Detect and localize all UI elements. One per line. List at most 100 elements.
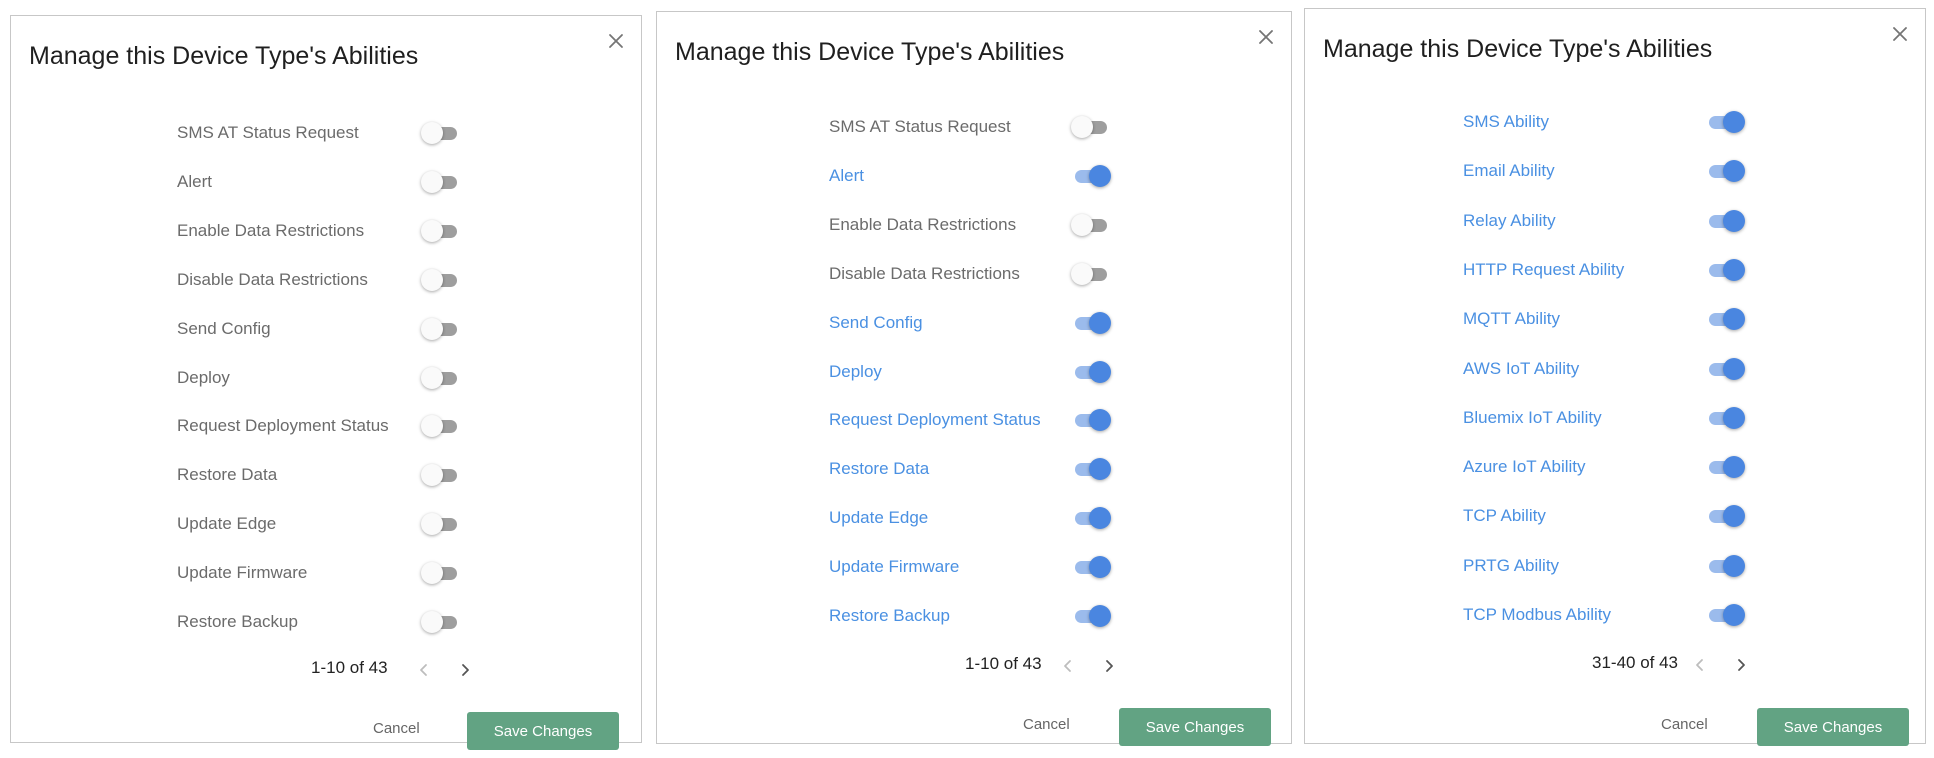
ability-label: Restore Backup [177, 612, 298, 631]
ability-row: Update Edge [829, 503, 1115, 533]
ability-row: Send Config [829, 308, 1115, 338]
chevron-right-icon[interactable] [1730, 654, 1752, 676]
toggle-knob [1723, 554, 1745, 577]
ability-label: SMS AT Status Request [829, 117, 1011, 136]
ability-toggle[interactable] [421, 316, 461, 342]
ability-row: Bluemix IoT Ability [1463, 403, 1749, 433]
ability-row: Request Deployment Status [177, 411, 465, 441]
chevron-right-icon[interactable] [1098, 655, 1120, 677]
ability-toggle[interactable] [1071, 163, 1111, 189]
ability-label: SMS Ability [1463, 112, 1549, 131]
ability-toggle[interactable] [1705, 405, 1745, 431]
cancel-button[interactable]: Cancel [373, 720, 420, 737]
ability-toggle[interactable] [421, 511, 461, 537]
ability-toggle[interactable] [421, 267, 461, 293]
toggle-knob [1089, 311, 1111, 334]
toggle-knob [421, 317, 443, 340]
close-icon[interactable] [1889, 23, 1911, 45]
ability-row: Azure IoT Ability [1463, 452, 1749, 482]
ability-label: SMS AT Status Request [177, 123, 359, 142]
ability-toggle[interactable] [1071, 407, 1111, 433]
toggle-knob [1089, 164, 1111, 187]
ability-label: Disable Data Restrictions [829, 263, 1020, 283]
toggle-knob [421, 513, 443, 536]
ability-toggle[interactable] [1705, 602, 1745, 628]
dialog-title: Manage this Device Type's Abilities [29, 42, 419, 70]
toggle-knob [1723, 406, 1745, 429]
ability-row: TCP Ability [1463, 501, 1749, 531]
ability-toggle[interactable] [1071, 114, 1111, 140]
cancel-button[interactable]: Cancel [1661, 716, 1708, 733]
toggle-knob [1723, 604, 1745, 626]
toggle-knob [421, 562, 443, 585]
ability-toggle[interactable] [1071, 310, 1111, 336]
ability-toggle[interactable] [1705, 158, 1745, 184]
ability-row: Restore Data [829, 454, 1115, 484]
ability-toggle[interactable] [421, 560, 461, 586]
ability-row: AWS IoT Ability [1463, 354, 1749, 384]
ability-row: Send Config [177, 314, 465, 344]
ability-row: Deploy [177, 363, 465, 393]
toggle-knob [421, 366, 443, 389]
chevron-left-icon[interactable] [1057, 655, 1079, 677]
ability-label: Restore Data [829, 459, 930, 479]
ability-row: SMS AT Status Request [829, 112, 1115, 142]
ability-toggle[interactable] [421, 462, 461, 488]
ability-toggle[interactable] [421, 120, 461, 146]
ability-toggle[interactable] [1705, 257, 1745, 283]
ability-toggle[interactable] [1071, 554, 1111, 580]
toggle-knob [1723, 357, 1745, 380]
ability-label: Request Deployment Status [829, 410, 1041, 430]
ability-row: Request Deployment Status [829, 405, 1115, 435]
ability-toggle[interactable] [1071, 456, 1111, 482]
ability-toggle[interactable] [1705, 356, 1745, 382]
abilities-dialog-1: Manage this Device Type's Abilities SMS A… [10, 15, 642, 750]
save-changes-button[interactable]: Save Changes [1119, 708, 1271, 746]
ability-label: Enable Data Restrictions [829, 214, 1017, 234]
ability-toggle[interactable] [1705, 454, 1745, 480]
ability-toggle[interactable] [421, 413, 461, 439]
chevron-left-icon[interactable] [413, 659, 435, 681]
ability-row: Relay Ability [1463, 206, 1749, 236]
ability-label: Update Firmware [177, 563, 308, 583]
chevron-left-icon[interactable] [1689, 654, 1711, 676]
ability-toggle[interactable] [421, 169, 461, 195]
ability-label: Azure IoT Ability [1463, 457, 1586, 477]
toggle-knob [421, 464, 443, 487]
ability-label: MQTT Ability [1463, 309, 1560, 329]
ability-row: SMS AT Status Request [177, 118, 465, 148]
toggle-knob [1089, 556, 1111, 579]
ability-toggle[interactable] [1071, 603, 1111, 629]
ability-row: SMS Ability [1463, 107, 1749, 137]
ability-toggle[interactable] [421, 365, 461, 391]
ability-toggle[interactable] [1705, 306, 1745, 332]
ability-row: Restore Data [177, 460, 465, 490]
ability-toggle[interactable] [1705, 503, 1745, 529]
ability-row: Enable Data Restrictions [829, 210, 1115, 240]
ability-label: Alert [177, 171, 212, 191]
toggle-knob [1723, 209, 1745, 232]
toggle-knob [1723, 258, 1745, 281]
ability-toggle[interactable] [421, 609, 461, 635]
save-changes-button[interactable]: Save Changes [1757, 708, 1909, 746]
ability-toggle[interactable] [421, 218, 461, 244]
ability-row: Update Firmware [177, 558, 465, 588]
cancel-button[interactable]: Cancel [1023, 716, 1070, 733]
ability-toggle[interactable] [1705, 553, 1745, 579]
ability-label: Deploy [177, 367, 230, 387]
ability-row: TCP Modbus Ability [1463, 600, 1749, 630]
chevron-right-icon[interactable] [454, 659, 476, 681]
ability-label: Send Config [177, 318, 271, 338]
ability-toggle[interactable] [1071, 359, 1111, 385]
close-icon[interactable] [1255, 26, 1277, 48]
close-icon[interactable] [605, 30, 627, 52]
ability-toggle[interactable] [1071, 261, 1111, 287]
ability-toggle[interactable] [1705, 208, 1745, 234]
toggle-knob [1723, 160, 1745, 183]
ability-toggle[interactable] [1071, 505, 1111, 531]
ability-toggle[interactable] [1705, 109, 1745, 135]
save-changes-button[interactable]: Save Changes [467, 712, 619, 750]
ability-toggle[interactable] [1071, 212, 1111, 238]
pagination-range: 31-40 of 43 [1592, 653, 1679, 672]
ability-label: Deploy [829, 361, 882, 381]
